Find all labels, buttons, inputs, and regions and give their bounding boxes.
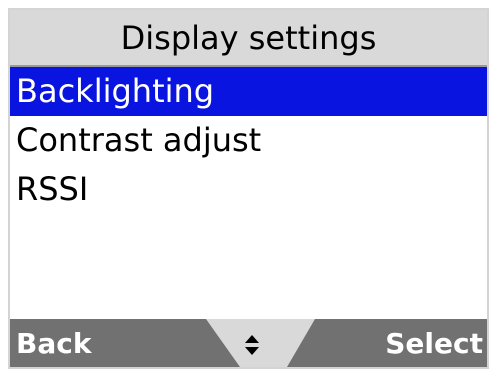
up-down-arrows-icon xyxy=(244,333,260,357)
back-softkey[interactable]: Back xyxy=(10,319,240,367)
phone-display: Display settings Backlighting Contrast a… xyxy=(8,8,489,369)
select-softkey[interactable]: Select xyxy=(287,319,487,367)
menu-item-contrast-adjust[interactable]: Contrast adjust xyxy=(10,116,487,165)
page-title: Display settings xyxy=(10,10,487,67)
settings-menu: Backlighting Contrast adjust RSSI xyxy=(10,67,487,214)
menu-item-backlighting[interactable]: Backlighting xyxy=(10,67,487,116)
softkey-bar: Back Select xyxy=(10,319,487,367)
menu-item-rssi[interactable]: RSSI xyxy=(10,165,487,214)
